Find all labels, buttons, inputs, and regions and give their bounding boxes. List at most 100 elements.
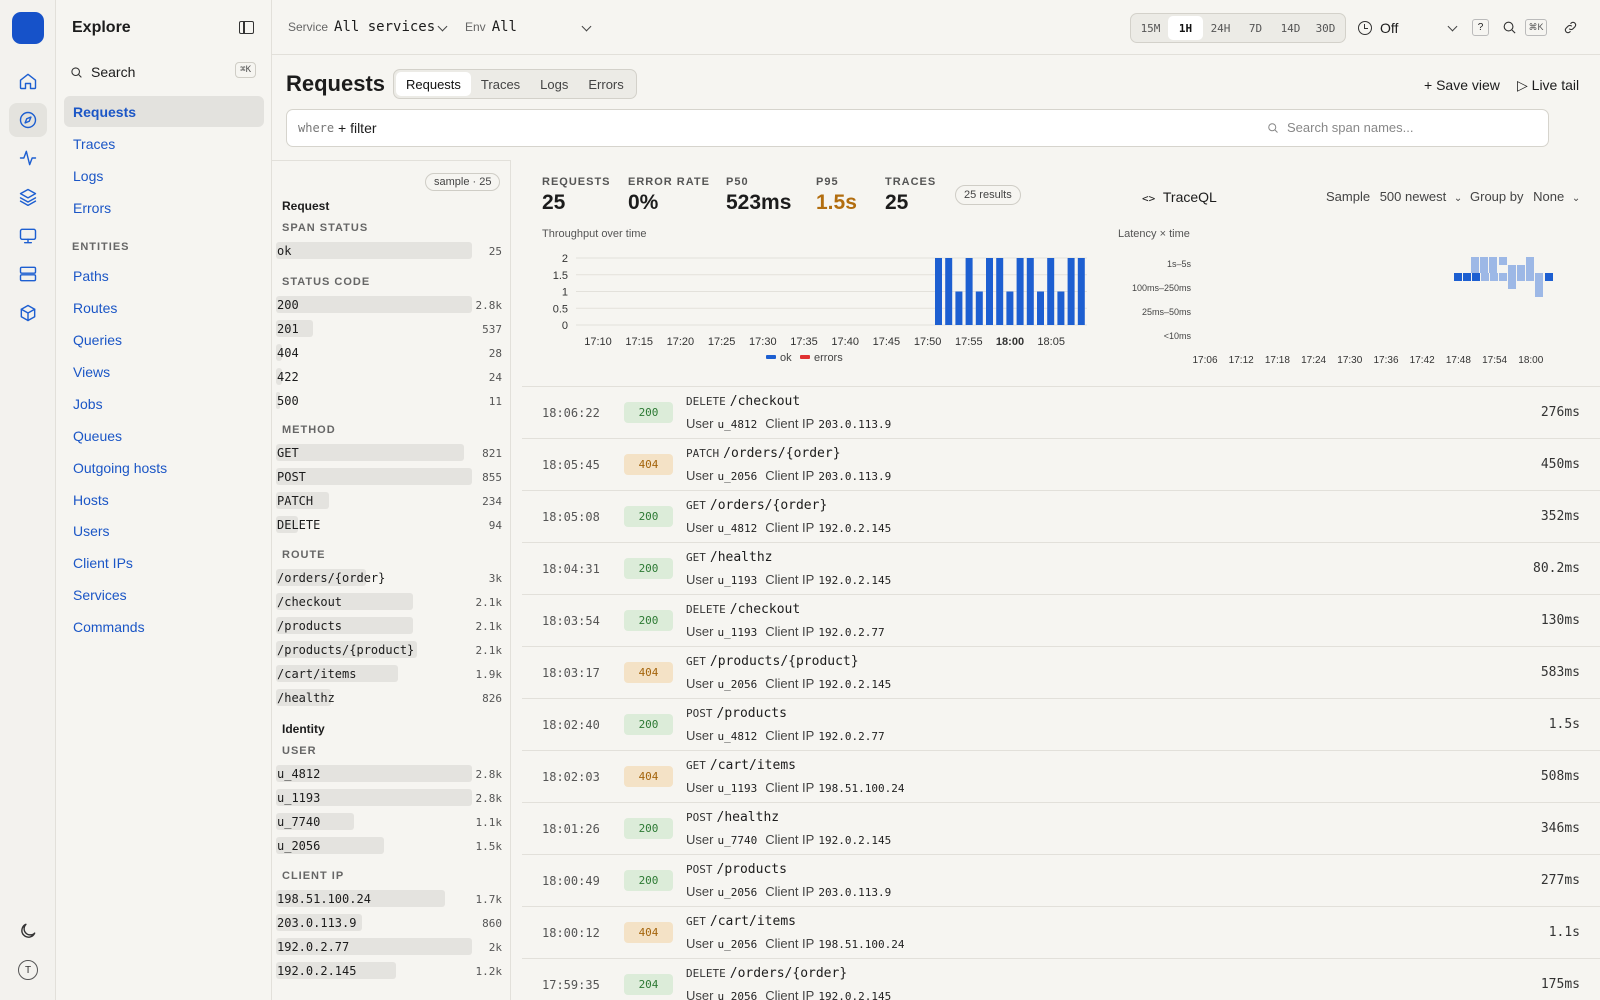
heatmap-cell[interactable]	[1489, 265, 1497, 273]
tab-requests[interactable]: Requests	[396, 72, 471, 96]
request-client-ip[interactable]: 192.0.2.77	[818, 626, 884, 639]
sidebar-item-logs[interactable]: Logs	[64, 160, 264, 191]
sidebar-search[interactable]: Search ⌘K	[70, 62, 256, 82]
request-user[interactable]: u_2056	[717, 470, 757, 483]
sample-select[interactable]: Sample 500 newest ⌄	[1326, 189, 1462, 204]
throughput-bar[interactable]	[1016, 258, 1024, 325]
heatmap-cell[interactable]	[1499, 273, 1507, 281]
activity-icon[interactable]	[9, 141, 47, 175]
facet-row[interactable]: u_7740 1.1k	[276, 813, 502, 830]
request-row[interactable]: 18:06:22 200 DELETE/checkout User u_4812 Clie…	[522, 387, 1600, 439]
sidebar-item-queries[interactable]: Queries	[64, 324, 264, 355]
sidebar-item-traces[interactable]: Traces	[64, 128, 264, 159]
heatmap-cell[interactable]	[1535, 273, 1543, 281]
refresh-select[interactable]: Off	[1380, 20, 1398, 36]
request-user[interactable]: u_4812	[717, 730, 757, 743]
heatmap-cell[interactable]	[1481, 273, 1489, 281]
command-shortcut[interactable]: ⌘K	[1525, 19, 1547, 36]
request-client-ip[interactable]: 192.0.2.77	[818, 730, 884, 743]
facet-row[interactable]: /orders/{order} 3k	[276, 569, 502, 586]
request-row[interactable]: 18:02:40 200 POST/products User u_4812 Client…	[522, 699, 1600, 751]
throughput-bar[interactable]	[965, 258, 973, 325]
facet-row[interactable]: GET 821	[276, 444, 502, 461]
sidebar-item-hosts[interactable]: Hosts	[64, 484, 264, 515]
throughput-bar[interactable]	[1067, 258, 1075, 325]
request-client-ip[interactable]: 203.0.113.9	[818, 470, 891, 483]
layers-icon[interactable]	[9, 180, 47, 214]
range-24h[interactable]: 24H	[1203, 16, 1238, 40]
facet-row[interactable]: 198.51.100.24 1.7k	[276, 890, 502, 907]
heatmap-cell[interactable]	[1508, 265, 1516, 273]
request-user[interactable]: u_7740	[717, 834, 757, 847]
request-client-ip[interactable]: 192.0.2.145	[818, 678, 891, 691]
sidebar-item-requests[interactable]: Requests	[64, 96, 264, 127]
request-client-ip[interactable]: 192.0.2.145	[818, 834, 891, 847]
request-client-ip[interactable]: 203.0.113.9	[818, 886, 891, 899]
request-user[interactable]: u_1193	[717, 626, 757, 639]
traceql-button[interactable]: <> TraceQL	[1142, 189, 1217, 205]
request-row[interactable]: 18:05:08 200 GET/orders/{order} User u_4812 C…	[522, 491, 1600, 543]
heatmap-cell[interactable]	[1499, 257, 1507, 265]
filter-bar[interactable]: where + filter Search span names...	[286, 109, 1549, 147]
span-search[interactable]: Search span names...	[1267, 120, 1413, 135]
box-icon[interactable]	[9, 296, 47, 330]
facet-row[interactable]: /products 2.1k	[276, 617, 502, 634]
sidebar-item-views[interactable]: Views	[64, 356, 264, 387]
throughput-bar[interactable]	[1077, 258, 1085, 325]
moon-icon[interactable]	[9, 914, 47, 948]
throughput-bar[interactable]	[986, 258, 993, 325]
avatar[interactable]: T	[18, 960, 38, 980]
request-client-ip[interactable]: 198.51.100.24	[818, 938, 904, 951]
app-logo[interactable]	[12, 12, 44, 44]
throughput-bar[interactable]	[1026, 258, 1034, 325]
range-1h[interactable]: 1H	[1168, 16, 1203, 40]
home-icon[interactable]	[9, 64, 47, 98]
facet-row[interactable]: PATCH 234	[276, 492, 502, 509]
heatmap-cell[interactable]	[1490, 273, 1498, 281]
sidebar-item-paths[interactable]: Paths	[64, 260, 264, 291]
range-15m[interactable]: 15M	[1133, 16, 1168, 40]
facet-row[interactable]: 192.0.2.77 2k	[276, 938, 502, 955]
range-7d[interactable]: 7D	[1238, 16, 1273, 40]
heatmap-cell[interactable]	[1508, 281, 1516, 289]
facet-row[interactable]: 500 11	[276, 392, 502, 409]
sidebar-item-users[interactable]: Users	[64, 515, 264, 546]
heatmap-cell[interactable]	[1489, 257, 1497, 265]
live-tail-button[interactable]: ▷ Live tail	[1517, 77, 1579, 94]
sidebar-item-outgoing-hosts[interactable]: Outgoing hosts	[64, 452, 264, 483]
heatmap-cell[interactable]	[1517, 265, 1525, 273]
request-row[interactable]: 17:59:35 204 DELETE/orders/{order} User u_20…	[522, 959, 1600, 1000]
sidebar-item-client-ips[interactable]: Client IPs	[64, 547, 264, 578]
heatmap-cell[interactable]	[1508, 273, 1516, 281]
service-select[interactable]: Service All services	[288, 19, 435, 35]
help-button[interactable]: ?	[1472, 19, 1489, 36]
tab-traces[interactable]: Traces	[471, 72, 530, 96]
request-row[interactable]: 18:04:31 200 GET/healthz User u_1193 Client I…	[522, 543, 1600, 595]
sidebar-item-commands[interactable]: Commands	[64, 611, 264, 642]
heatmap-cell[interactable]	[1471, 257, 1479, 265]
throughput-bar[interactable]	[1047, 258, 1055, 325]
env-select[interactable]: Env All	[465, 19, 517, 35]
request-user[interactable]: u_2056	[717, 990, 757, 1000]
facet-row[interactable]: /checkout 2.1k	[276, 593, 502, 610]
heatmap-cell[interactable]	[1526, 265, 1534, 273]
heatmap-cell[interactable]	[1480, 265, 1488, 273]
request-user[interactable]: u_2056	[717, 886, 757, 899]
heatmap-cell[interactable]	[1480, 257, 1488, 265]
monitor-icon[interactable]	[9, 219, 47, 253]
link-icon[interactable]	[1563, 20, 1578, 38]
throughput-bar[interactable]	[935, 258, 942, 325]
search-icon[interactable]	[1502, 20, 1517, 38]
facet-row[interactable]: /healthz 826	[276, 689, 502, 706]
facet-row[interactable]: /products/{product} 2.1k	[276, 641, 502, 658]
facet-row[interactable]: u_4812 2.8k	[276, 765, 502, 782]
facet-row[interactable]: ok 25	[276, 242, 502, 259]
facet-row[interactable]: POST 855	[276, 468, 502, 485]
request-client-ip[interactable]: 198.51.100.24	[818, 782, 904, 795]
facet-row[interactable]: 192.0.2.145 1.2k	[276, 962, 502, 979]
range-30d[interactable]: 30D	[1308, 16, 1343, 40]
heatmap-cell[interactable]	[1517, 273, 1525, 281]
tab-logs[interactable]: Logs	[530, 72, 578, 96]
request-user[interactable]: u_2056	[717, 678, 757, 691]
heatmap-cell[interactable]	[1471, 265, 1479, 273]
